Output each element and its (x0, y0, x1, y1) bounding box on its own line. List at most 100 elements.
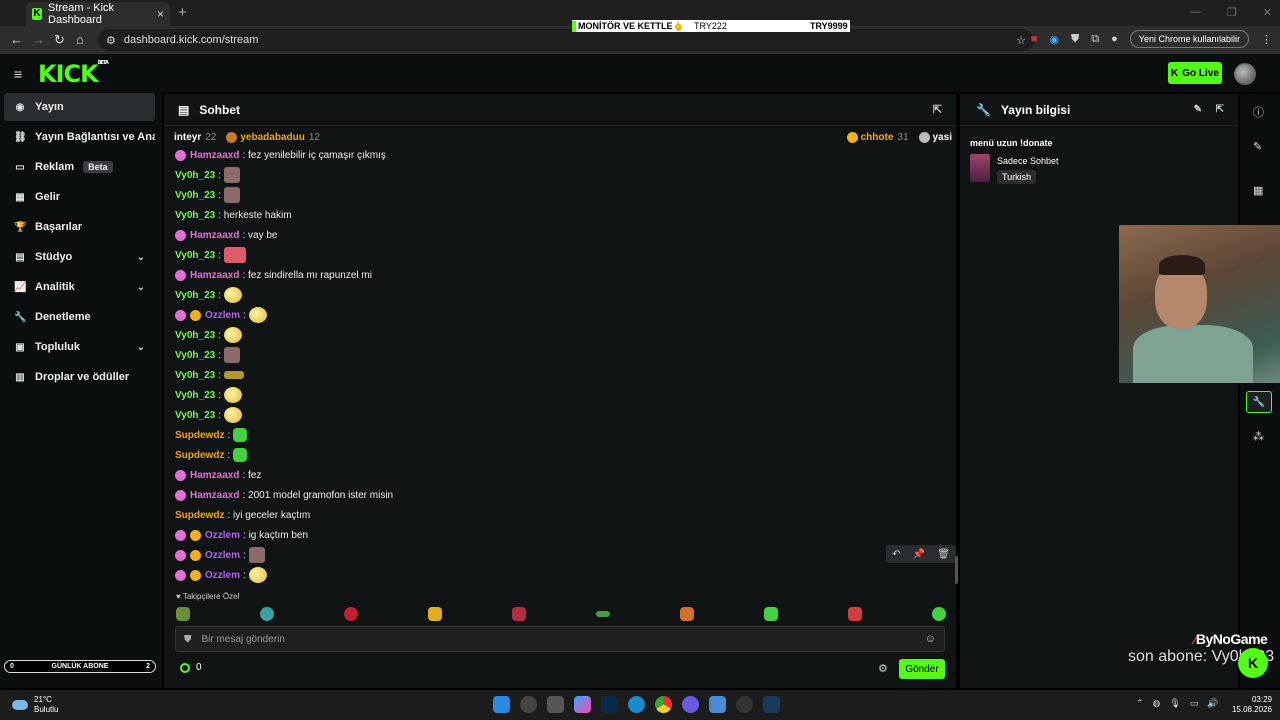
sound-extension-icon[interactable]: ◉ (1049, 33, 1059, 46)
chat-message[interactable]: Supdewdz: (175, 445, 248, 465)
address-bar[interactable]: ⚙ dashboard.kick.com/stream ☆ (98, 29, 1034, 51)
gifter-name[interactable]: yebadabaduu (240, 132, 304, 143)
pencil-icon[interactable]: ✎ (1253, 140, 1262, 153)
chat-message[interactable]: Vy0h_23: (175, 245, 246, 265)
chat-username[interactable]: Vy0h_23 (175, 290, 215, 301)
close-window-button[interactable]: ✕ (1263, 6, 1272, 19)
copilot-icon[interactable] (574, 696, 591, 713)
back-icon[interactable]: ← (10, 32, 23, 47)
layout-icon[interactable]: ▦ (1253, 184, 1263, 197)
emote-icon[interactable] (176, 607, 190, 621)
emote-icon[interactable] (848, 607, 862, 621)
chat-message[interactable]: Ozzlem: (175, 545, 265, 565)
chat-message[interactable]: Ozzlem: ig kaçtım ben (175, 525, 308, 545)
chat-message[interactable]: Vy0h_23: (175, 285, 242, 305)
chat-message[interactable]: Vy0h_23: (175, 325, 242, 345)
emote-icon[interactable] (596, 611, 610, 617)
extension-icon[interactable]: ■ (1031, 33, 1038, 45)
taskbar-clock[interactable]: 03:29 15.08.2026 (1228, 695, 1272, 715)
chat-username[interactable]: Hamzaaxd (190, 470, 239, 481)
chat-message[interactable]: Vy0h_23: (175, 185, 240, 205)
search-icon[interactable] (520, 696, 537, 713)
discord-icon[interactable] (682, 696, 699, 713)
photoshop-icon[interactable] (601, 696, 618, 713)
chat-settings-icon[interactable]: ⚙ (878, 662, 888, 675)
chat-message[interactable]: Supdewdz: iyi geceler kaçtım (175, 505, 310, 525)
tab-close-icon[interactable]: × (157, 7, 164, 21)
chat-username[interactable]: Hamzaaxd (190, 150, 239, 161)
community-icon[interactable]: ⁂ (1253, 430, 1264, 443)
app-icon[interactable] (709, 696, 726, 713)
chat-scrollbar[interactable] (955, 556, 958, 584)
emote-icon[interactable] (428, 607, 442, 621)
delete-icon[interactable]: 🗑 (937, 549, 950, 560)
popout-icon[interactable]: ⇱ (1216, 104, 1224, 115)
chat-message[interactable]: Ozzlem: (175, 305, 267, 325)
chat-message[interactable]: Supdewdz: (175, 425, 248, 445)
steam-icon[interactable] (763, 696, 780, 713)
popout-icon[interactable]: ⇱ (933, 103, 942, 116)
emote-icon[interactable] (764, 607, 778, 621)
edit-icon[interactable]: ✎ (1194, 104, 1202, 115)
emote-icon[interactable] (932, 607, 946, 621)
chat-message[interactable]: Hamzaaxd: fez yenilebilir iç çamaşır çık… (175, 145, 386, 165)
edge-icon[interactable] (628, 696, 645, 713)
extensions-puzzle-icon[interactable]: ⧉ (1091, 33, 1099, 46)
emoji-picker-icon[interactable]: ☺ (925, 633, 936, 645)
home-icon[interactable]: ⌂ (76, 32, 84, 47)
go-live-button[interactable]: K Go Live (1168, 62, 1222, 84)
chat-message[interactable]: Vy0h_23: herkeste hakim (175, 205, 292, 225)
chat-username[interactable]: Ozzlem (205, 530, 240, 541)
chat-username[interactable]: Vy0h_23 (175, 330, 215, 341)
sidebar-item-drops[interactable]: ▥ Droplar ve ödüller (4, 363, 155, 391)
network-icon[interactable]: ▭ (1190, 698, 1199, 709)
chat-username[interactable]: Vy0h_23 (175, 170, 215, 181)
chat-username[interactable]: Vy0h_23 (175, 250, 215, 261)
chat-username[interactable]: Supdewdz (175, 510, 224, 521)
chat-username[interactable]: Vy0h_23 (175, 410, 215, 421)
gifter-name[interactable]: chhote (861, 132, 894, 143)
bookmark-star-icon[interactable]: ☆ (1016, 34, 1026, 47)
sidebar-item-moderation[interactable]: 🔧 Denetleme (4, 303, 155, 331)
chat-username[interactable]: Hamzaaxd (190, 490, 239, 501)
tray-app-icon[interactable]: ◍ (1153, 698, 1161, 709)
task-view-icon[interactable] (547, 696, 564, 713)
chat-username[interactable]: Hamzaaxd (190, 270, 239, 281)
chat-username[interactable]: Vy0h_23 (175, 390, 215, 401)
emote-icon[interactable] (680, 607, 694, 621)
chrome-icon[interactable] (655, 696, 672, 713)
forward-icon[interactable]: → (32, 32, 45, 47)
reply-icon[interactable]: ↶ (892, 549, 900, 560)
send-button[interactable]: Gönder (899, 659, 945, 679)
gifter-name[interactable]: inteyr (174, 132, 201, 143)
chat-username[interactable]: Vy0h_23 (175, 190, 215, 201)
sidebar-item-achievements[interactable]: 🏆 Başarılar (4, 213, 155, 241)
user-avatar[interactable] (1234, 63, 1256, 85)
info-icon[interactable]: ⓘ (1253, 104, 1264, 120)
weather-widget[interactable]: 21°C Bulutlu (12, 695, 58, 715)
chat-username[interactable]: Ozzlem (205, 570, 240, 581)
shield-extension-icon[interactable]: ⛊ (1071, 33, 1079, 46)
minimize-button[interactable]: — (1190, 6, 1201, 19)
gifter-name[interactable]: yasi (933, 132, 952, 143)
start-icon[interactable] (493, 696, 510, 713)
microphone-icon[interactable]: 🎙 (1169, 698, 1180, 709)
sidebar-item-stream-key[interactable]: ⛓ Yayın Bağlantısı ve Anahtarı (4, 123, 155, 151)
maximize-button[interactable]: ❐ (1227, 6, 1237, 19)
chat-message-input[interactable] (201, 633, 902, 645)
volume-icon[interactable]: 🔊 (1207, 698, 1218, 709)
site-info-icon[interactable]: ⚙ (106, 34, 116, 47)
chat-username[interactable]: Vy0h_23 (175, 210, 215, 221)
kick-logo[interactable]: KICKBETA (38, 60, 109, 88)
chrome-menu-icon[interactable]: ⋮ (1261, 33, 1272, 46)
emote-icon[interactable] (344, 607, 358, 621)
chrome-update-button[interactable]: Yeni Chrome kullanılabilir (1129, 30, 1249, 48)
chat-message[interactable]: Hamzaaxd: 2001 model gramofon ister misi… (175, 485, 393, 505)
chat-username[interactable]: Supdewdz (175, 450, 224, 461)
sidebar-item-studio[interactable]: ▤ Stüdyo ⌄ (4, 243, 155, 271)
obs-icon[interactable] (736, 696, 753, 713)
browser-tab[interactable]: K Stream - Kick Dashboard × (26, 2, 170, 26)
chat-username[interactable]: Vy0h_23 (175, 350, 215, 361)
chat-message[interactable]: Hamzaaxd: vay be (175, 225, 278, 245)
sidebar-item-ads[interactable]: ▭ Reklam Beta (4, 153, 155, 181)
